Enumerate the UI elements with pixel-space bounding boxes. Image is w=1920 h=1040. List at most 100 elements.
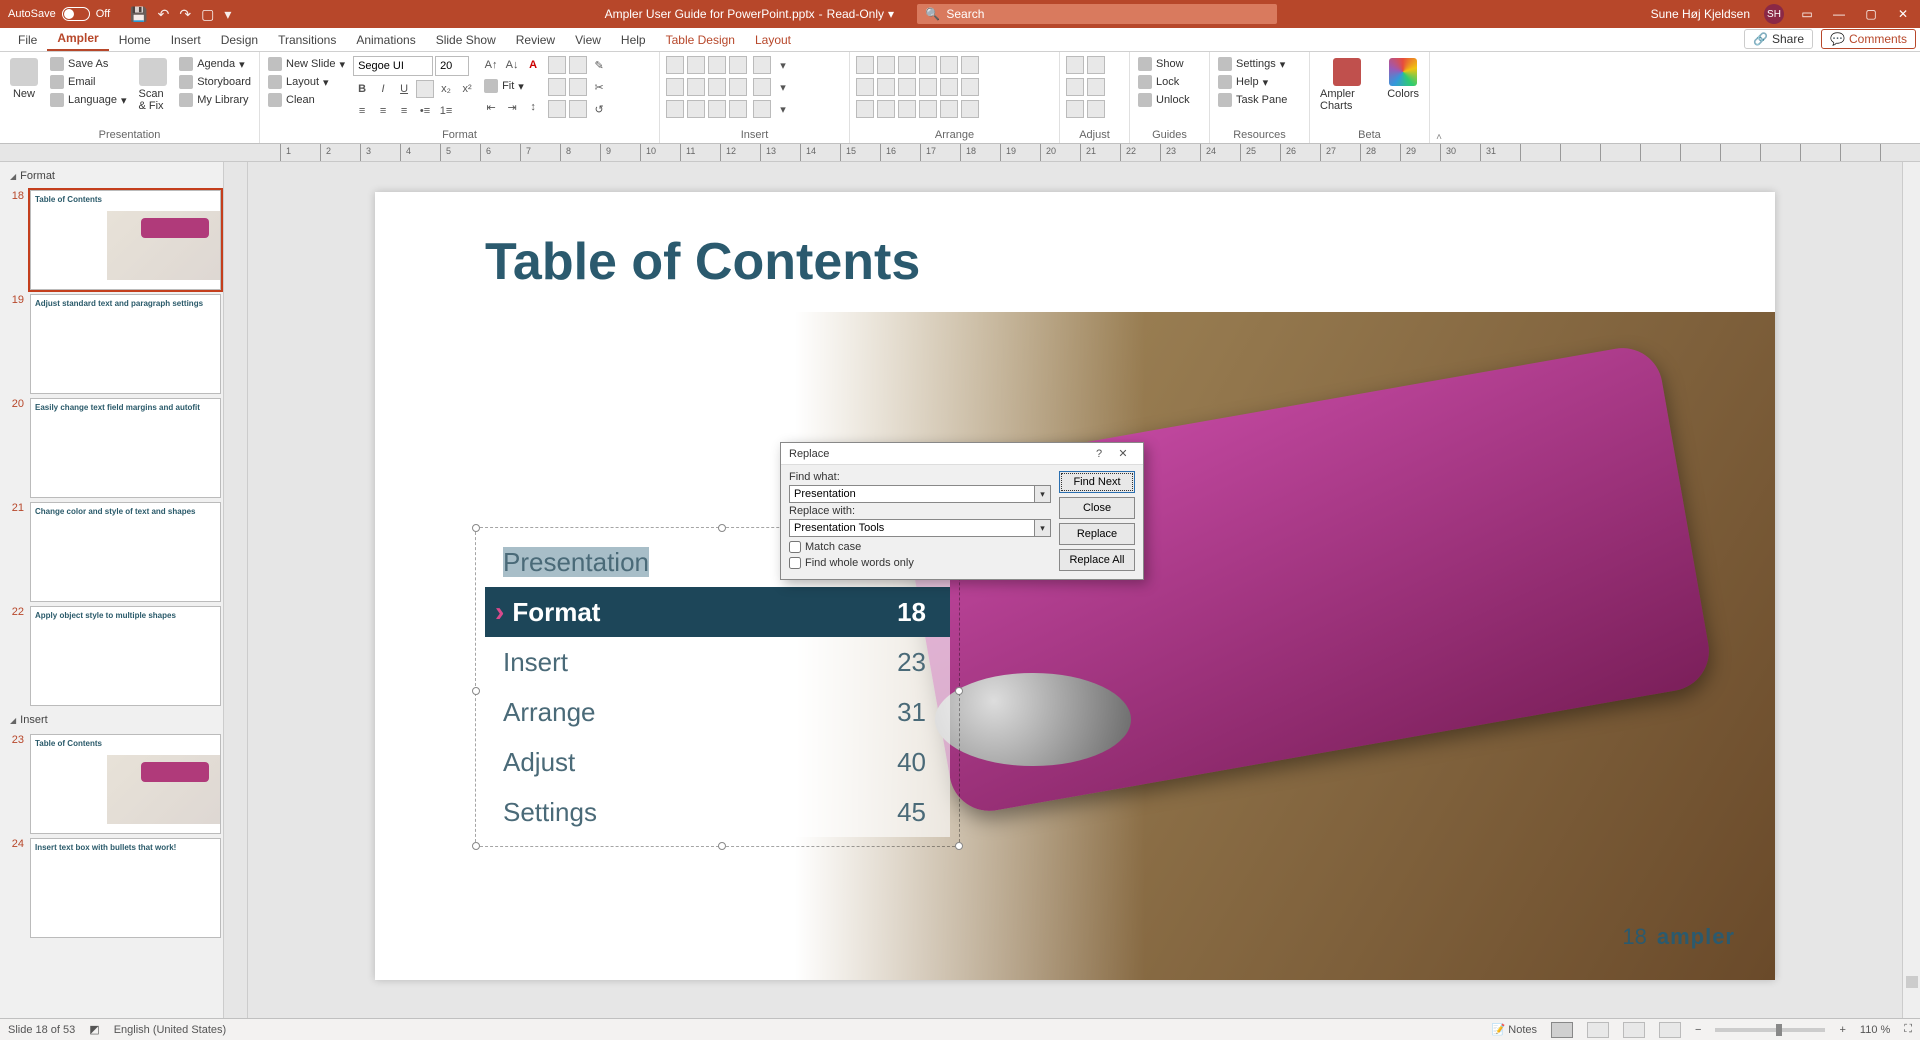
thumbnail-18[interactable]: 18Table of Contents (6, 190, 221, 290)
replace-with-input[interactable] (789, 519, 1035, 537)
thumb-preview[interactable]: Table of Contents (30, 734, 221, 834)
fit-window-icon[interactable]: ⛶ (1904, 1023, 1912, 1036)
back-icon[interactable] (877, 100, 895, 118)
same-h-icon[interactable] (1087, 56, 1105, 74)
shape-fill-icon[interactable] (548, 78, 566, 96)
swap-icon[interactable] (1066, 78, 1084, 96)
dist-h-icon[interactable] (856, 78, 874, 96)
colors-button[interactable]: Colors (1383, 56, 1423, 102)
thumbnail-24[interactable]: 24Insert text box with bullets that work… (6, 838, 221, 938)
replace-all-button[interactable]: Replace All (1059, 549, 1135, 571)
text-box-icon[interactable] (416, 80, 434, 98)
tab-layout[interactable]: Layout (745, 29, 801, 51)
dist-v-icon[interactable] (877, 78, 895, 96)
collapse-ribbon-icon[interactable]: ˄ (1430, 52, 1448, 143)
image-dd-icon[interactable]: ▾ (774, 100, 792, 118)
line-spacing-icon[interactable]: ↕ (524, 98, 542, 116)
clean-button[interactable]: Clean (266, 92, 347, 108)
sorter-view-icon[interactable] (1587, 1022, 1609, 1038)
section-format[interactable]: Format (4, 166, 223, 186)
notes-button[interactable]: 📝 Notes (1492, 1023, 1538, 1036)
front-icon[interactable] (856, 100, 874, 118)
language-button[interactable]: Language▾ (48, 92, 128, 108)
align-center-icon[interactable]: ≡ (374, 102, 392, 120)
tab-file[interactable]: File (8, 29, 47, 51)
arrow-icon[interactable] (687, 78, 705, 96)
replace-dropdown-icon[interactable]: ▾ (1035, 519, 1051, 537)
font-name-input[interactable] (353, 56, 433, 76)
align-b-icon[interactable] (961, 56, 979, 74)
help-button[interactable]: Help▾ (1216, 74, 1289, 90)
zoom-level[interactable]: 110 % (1860, 1024, 1890, 1036)
user-name[interactable]: Sune Høj Kjeldsen (1651, 7, 1750, 21)
tab-slideshow[interactable]: Slide Show (426, 29, 506, 51)
whole-words-checkbox[interactable]: Find whole words only (789, 557, 1051, 569)
language-status[interactable]: English (United States) (114, 1024, 227, 1036)
thumb-preview[interactable]: Apply object style to multiple shapes (30, 606, 221, 706)
align-m-icon[interactable] (940, 56, 958, 74)
slideshow-view-icon[interactable] (1659, 1022, 1681, 1038)
tab-home[interactable]: Home (109, 29, 161, 51)
maximize-icon[interactable]: ▢ (1862, 7, 1880, 21)
vertical-scrollbar[interactable] (1902, 162, 1920, 1018)
thumbnail-21[interactable]: 21Change color and style of text and sha… (6, 502, 221, 602)
find-dropdown-icon[interactable]: ▾ (1035, 485, 1051, 503)
tab-design[interactable]: Design (211, 29, 268, 51)
thumb-preview[interactable]: Adjust standard text and paragraph setti… (30, 294, 221, 394)
rounded-icon[interactable] (729, 56, 747, 74)
indent-inc-icon[interactable]: ⇥ (503, 98, 521, 116)
align-left-icon[interactable]: ≡ (353, 102, 371, 120)
new-slide-button[interactable]: New Slide▾ (266, 56, 347, 72)
flip-icon[interactable] (961, 100, 979, 118)
format-painter-icon[interactable]: ✂ (590, 78, 608, 96)
normal-view-icon[interactable] (1551, 1022, 1573, 1038)
stack-h-icon[interactable] (898, 78, 916, 96)
shape-effects-icon[interactable] (548, 100, 566, 118)
layout-button[interactable]: Layout▾ (266, 74, 347, 90)
textbox-icon[interactable] (666, 56, 684, 74)
find-what-input[interactable] (789, 485, 1035, 503)
thumbnail-19[interactable]: 19Adjust standard text and paragraph set… (6, 294, 221, 394)
align-r-icon[interactable] (898, 56, 916, 74)
qat-more-icon[interactable]: ▾ (224, 6, 231, 23)
table-dd-icon[interactable]: ▾ (774, 78, 792, 96)
match-icon[interactable] (1087, 78, 1105, 96)
close-button[interactable]: Close (1059, 497, 1135, 519)
save-icon[interactable]: 💾 (130, 6, 147, 23)
scan-fix-button[interactable]: Scan & Fix (134, 56, 171, 114)
tab-transitions[interactable]: Transitions (268, 29, 346, 51)
curve-icon[interactable] (666, 100, 684, 118)
ungroup-icon[interactable] (961, 78, 979, 96)
thumb-preview[interactable]: Table of Contents (30, 190, 221, 290)
find-next-button[interactable]: Find Next (1059, 471, 1135, 493)
section-insert[interactable]: Insert (4, 710, 223, 730)
fit-button[interactable]: Fit▾ (482, 78, 542, 94)
same-w-icon[interactable] (1066, 56, 1084, 74)
user-avatar[interactable]: SH (1764, 4, 1784, 24)
align-l-icon[interactable] (856, 56, 874, 74)
align-c-icon[interactable] (877, 56, 895, 74)
shape-outline-icon[interactable] (569, 78, 587, 96)
image-icon[interactable] (753, 100, 771, 118)
grow-font-icon[interactable]: A↑ (482, 56, 500, 74)
zoom-out-icon[interactable]: − (1695, 1024, 1701, 1036)
reset-icon[interactable]: ↺ (590, 100, 608, 118)
elbow-icon[interactable] (729, 78, 747, 96)
thumb-preview[interactable]: Insert text box with bullets that work! (30, 838, 221, 938)
underline-icon[interactable]: U (395, 80, 413, 98)
tab-animations[interactable]: Animations (346, 29, 425, 51)
sub-icon[interactable]: x₂ (437, 80, 455, 98)
save-as-button[interactable]: Save As (48, 56, 128, 72)
font-size-input[interactable] (435, 56, 469, 76)
task-pane-button[interactable]: Task Pane (1216, 92, 1289, 108)
storyboard-button[interactable]: Storyboard (177, 74, 253, 90)
unlock-guides-button[interactable]: Unlock (1136, 92, 1192, 108)
rotate-icon[interactable] (940, 100, 958, 118)
lock-guides-button[interactable]: Lock (1136, 74, 1192, 90)
search-box[interactable]: 🔍 Search (917, 4, 1277, 24)
stack-v-icon[interactable] (919, 78, 937, 96)
fill-color-icon[interactable] (548, 56, 566, 74)
tab-insert[interactable]: Insert (161, 29, 211, 51)
undo-icon[interactable]: ↶ (158, 6, 170, 23)
outline-color-icon[interactable] (569, 56, 587, 74)
